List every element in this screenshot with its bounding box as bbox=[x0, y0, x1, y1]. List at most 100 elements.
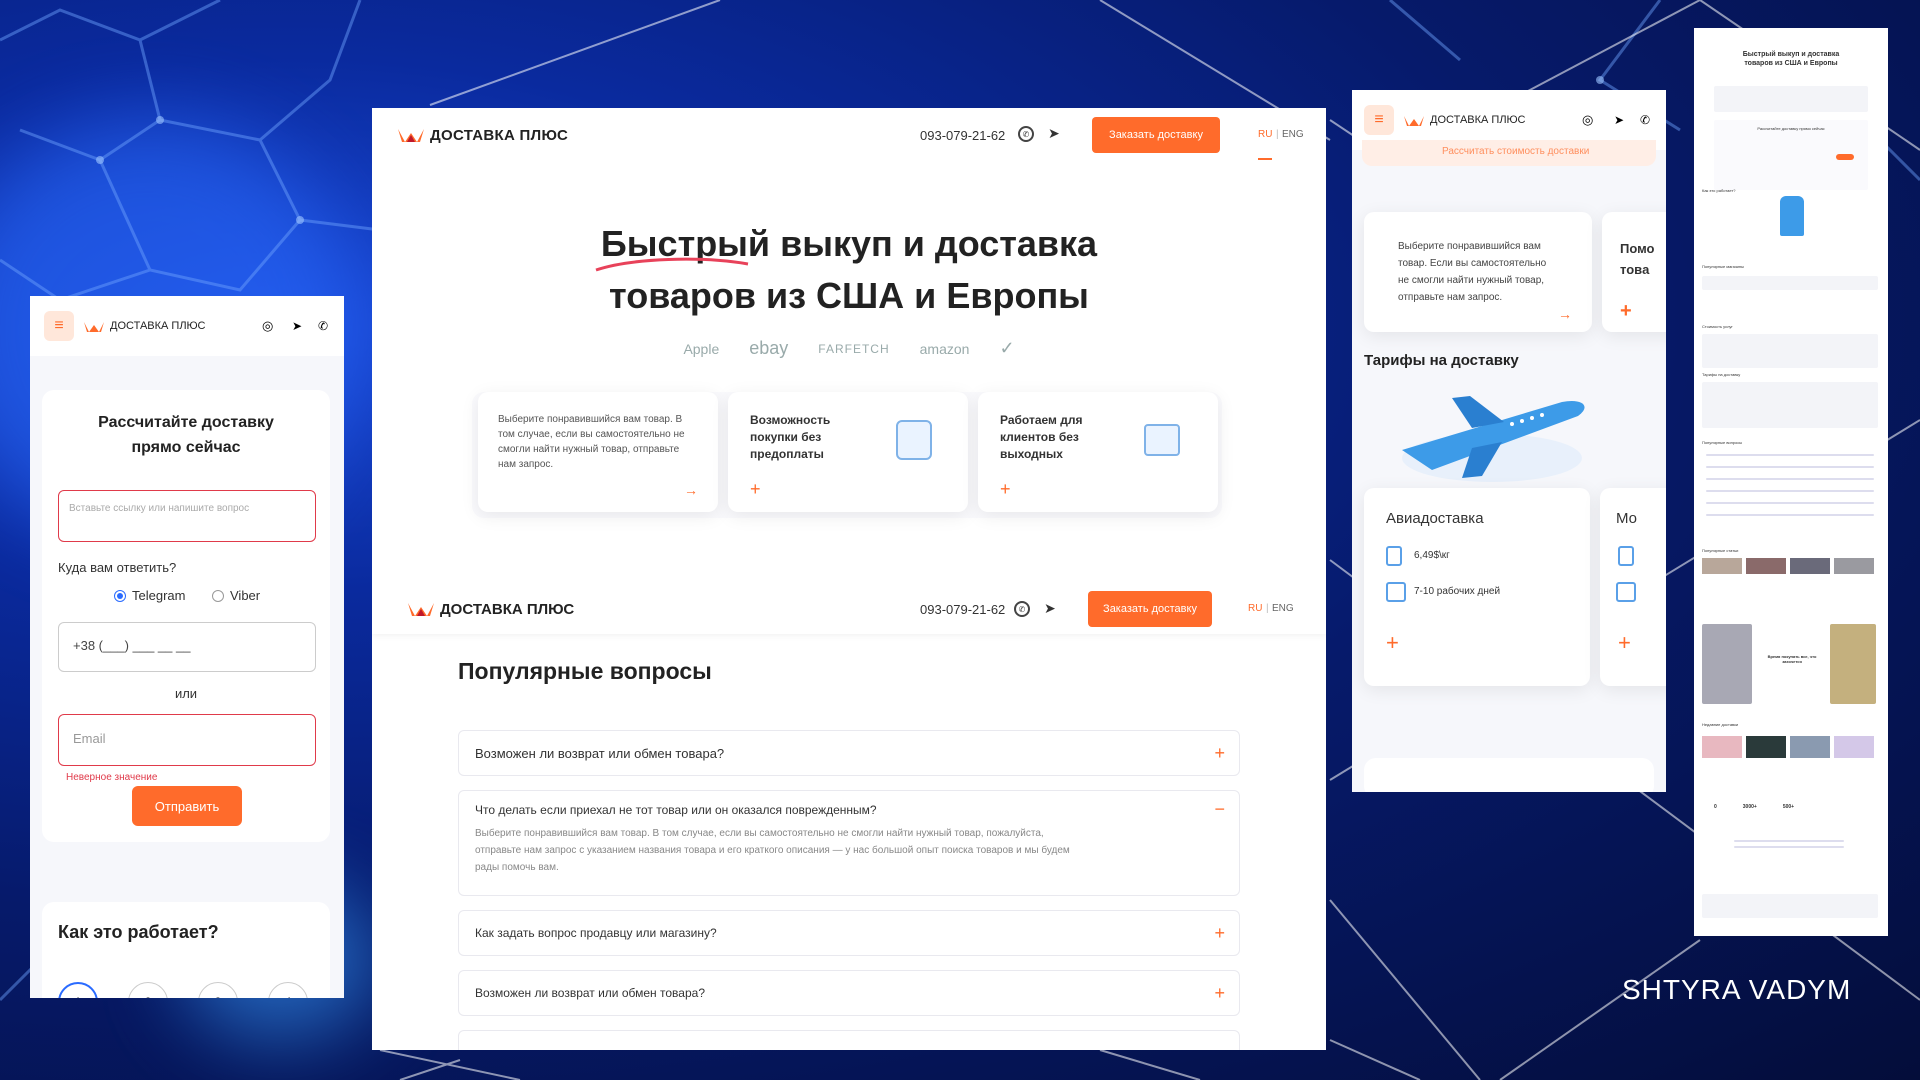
faq-item[interactable]: Возможен ли возврат или обмен товара? + bbox=[458, 970, 1240, 1016]
faq-item[interactable] bbox=[458, 1030, 1240, 1050]
lang-en[interactable]: ENG bbox=[1272, 603, 1294, 614]
logo-text: ДОСТАВКА ПЛЮС bbox=[110, 320, 206, 332]
order-delivery-button[interactable]: Заказать доставку bbox=[1092, 117, 1220, 153]
faq-item[interactable]: Возможен ли возврат или обмен товара? + bbox=[458, 730, 1240, 776]
lang-ru[interactable]: RU bbox=[1258, 129, 1272, 140]
hero-title-rest: выкуп и доставка bbox=[770, 223, 1098, 264]
telegram-icon[interactable]: ➤ bbox=[1044, 600, 1056, 617]
logo-text: ДОСТАВКА ПЛЮС bbox=[1430, 114, 1526, 126]
faq-question: Возможен ли возврат или обмен товара? bbox=[475, 745, 725, 761]
telegram-icon[interactable]: ➤ bbox=[292, 319, 302, 333]
faq-answer: Выберите понравившийся вам товар. В том … bbox=[475, 828, 1070, 873]
answer-label: Куда вам ответить? bbox=[58, 560, 177, 575]
logo[interactable]: ДОСТАВКА ПЛЮС bbox=[1404, 114, 1525, 127]
preview-deliveries: Недавние доставки bbox=[1702, 722, 1739, 727]
viber-icon[interactable]: ◎ bbox=[1582, 112, 1593, 128]
logo-crown-icon bbox=[1404, 115, 1424, 126]
header-phone[interactable]: 093-079-21-62 bbox=[920, 128, 1005, 143]
plus-icon[interactable]: + bbox=[1214, 743, 1225, 764]
email-error: Неверное значение bbox=[66, 772, 158, 783]
or-separator: или bbox=[174, 686, 198, 701]
preview-features bbox=[1714, 86, 1868, 112]
plus-icon[interactable]: + bbox=[1618, 630, 1631, 656]
preview-delivery-image bbox=[1702, 736, 1742, 758]
step-2: 2 bbox=[128, 982, 168, 998]
preview-prices: Стоимость услуг bbox=[1702, 324, 1733, 329]
minus-icon[interactable]: − bbox=[1214, 799, 1225, 820]
feature-card: Выберите понравившийся вам товар. В том … bbox=[478, 392, 718, 512]
calc-cost-banner[interactable]: Рассчитать стоимость доставки bbox=[1362, 140, 1656, 166]
preview-text-line bbox=[1734, 840, 1844, 842]
airplane-illustration bbox=[1402, 396, 1585, 482]
preview-article-image bbox=[1834, 558, 1874, 574]
plus-icon[interactable]: + bbox=[1214, 923, 1225, 944]
air-price: 6,49$\кг bbox=[1414, 550, 1450, 561]
lang-separator: | bbox=[1276, 129, 1279, 140]
radio-viber-label: Viber bbox=[230, 588, 261, 603]
hamburger-menu-icon[interactable]: ≡ bbox=[1364, 105, 1394, 135]
faq-item-expanded[interactable]: Что делать если приехал не тот товар или… bbox=[458, 790, 1240, 896]
preview-text-line bbox=[1734, 846, 1844, 848]
preview-stats: 0 3000+ 500+ bbox=[1714, 804, 1794, 810]
weight-icon bbox=[1618, 546, 1634, 566]
how-title: Как это работает? bbox=[58, 922, 219, 942]
phone-icon[interactable]: ✆ bbox=[318, 319, 328, 333]
amazon-logo: amazon bbox=[919, 340, 970, 357]
email-input[interactable]: Email bbox=[58, 714, 316, 766]
preview-stat: 3000+ bbox=[1742, 804, 1757, 810]
preview-faq-line bbox=[1706, 454, 1874, 456]
viber-icon[interactable]: ✆ bbox=[1018, 126, 1034, 142]
arrow-right-icon[interactable]: → bbox=[1558, 306, 1572, 322]
full-page-preview: Быстрый выкуп и доставка товаров из США … bbox=[1694, 28, 1888, 936]
telegram-icon[interactable]: ➤ bbox=[1614, 113, 1624, 127]
lang-ru[interactable]: RU bbox=[1248, 603, 1262, 614]
viber-icon[interactable]: ◎ bbox=[262, 318, 273, 334]
arrow-right-icon[interactable]: → bbox=[684, 482, 698, 498]
preview-prices-cards bbox=[1702, 334, 1878, 368]
plus-icon[interactable]: + bbox=[750, 479, 761, 500]
ebay-logo: ebay bbox=[749, 338, 789, 358]
preview-faq-line bbox=[1706, 502, 1874, 504]
viber-icon[interactable]: ✆ bbox=[1014, 601, 1030, 617]
header-phone[interactable]: 093-079-21-62 bbox=[920, 602, 1005, 617]
phone-icon[interactable]: ✆ bbox=[1640, 113, 1650, 127]
tariffs-title: Тарифы на доставку bbox=[1364, 352, 1519, 369]
preview-article-image bbox=[1790, 558, 1830, 574]
telegram-icon[interactable]: ➤ bbox=[1048, 125, 1060, 142]
preview-delivery-image bbox=[1790, 736, 1830, 758]
plus-icon[interactable]: + bbox=[1000, 479, 1011, 500]
preview-delivery-image bbox=[1834, 736, 1874, 758]
logo-crown-icon bbox=[84, 321, 104, 332]
phone-input[interactable]: +38 (___) ___ __ __ bbox=[58, 622, 316, 672]
faq-question: Возможен ли возврат или обмен товара? bbox=[475, 986, 705, 1000]
submit-button[interactable]: Отправить bbox=[132, 786, 242, 826]
desktop-hero-frame: ДОСТАВКА ПЛЮС 093-079-21-62 ✆ ➤ Заказать… bbox=[372, 108, 1326, 586]
faq-item[interactable]: Как задать вопрос продавцу или магазину?… bbox=[458, 910, 1240, 956]
logo-text: ДОСТАВКА ПЛЮС bbox=[440, 600, 575, 618]
radio-telegram[interactable]: Telegram bbox=[114, 588, 185, 603]
preview-stat: 0 bbox=[1714, 804, 1717, 810]
feature-text: Выберите понравившийся вам товар. В том … bbox=[498, 414, 685, 470]
info-card-text: Выберите понравившийся вам товар. Если в… bbox=[1398, 241, 1547, 303]
radio-viber[interactable]: Viber bbox=[212, 588, 260, 603]
preview-shops: Популярные магазины bbox=[1702, 264, 1744, 269]
preview-faq-line bbox=[1706, 490, 1874, 492]
plus-icon[interactable]: + bbox=[1214, 983, 1225, 1004]
plus-icon[interactable]: + bbox=[1386, 630, 1399, 656]
logo[interactable]: ДОСТАВКА ПЛЮС bbox=[84, 320, 205, 333]
faq-question: Как задать вопрос продавцу или магазину? bbox=[475, 926, 717, 940]
plus-icon[interactable]: + bbox=[1620, 301, 1632, 322]
preview-promo-photo bbox=[1830, 624, 1876, 704]
lang-en[interactable]: ENG bbox=[1282, 129, 1304, 140]
air-title: Авиадоставка bbox=[1386, 510, 1484, 527]
logo[interactable]: ДОСТАВКА ПЛЮС bbox=[408, 601, 574, 618]
next-section-card bbox=[1364, 758, 1654, 792]
link-input[interactable]: Вставьте ссылку или напишите вопрос bbox=[58, 490, 316, 542]
lang-separator: | bbox=[1266, 603, 1269, 614]
hamburger-menu-icon[interactable]: ≡ bbox=[44, 311, 74, 341]
order-delivery-button[interactable]: Заказать доставку bbox=[1088, 591, 1212, 627]
logo-crown-icon bbox=[398, 129, 424, 142]
faq-question: Что делать если приехал не тот товар или… bbox=[475, 803, 877, 817]
logo[interactable]: ДОСТАВКА ПЛЮС bbox=[398, 127, 568, 144]
mobile-tariffs-frame: ≡ ДОСТАВКА ПЛЮС ◎ ➤ ✆ Рассчитать стоимос… bbox=[1352, 90, 1666, 792]
